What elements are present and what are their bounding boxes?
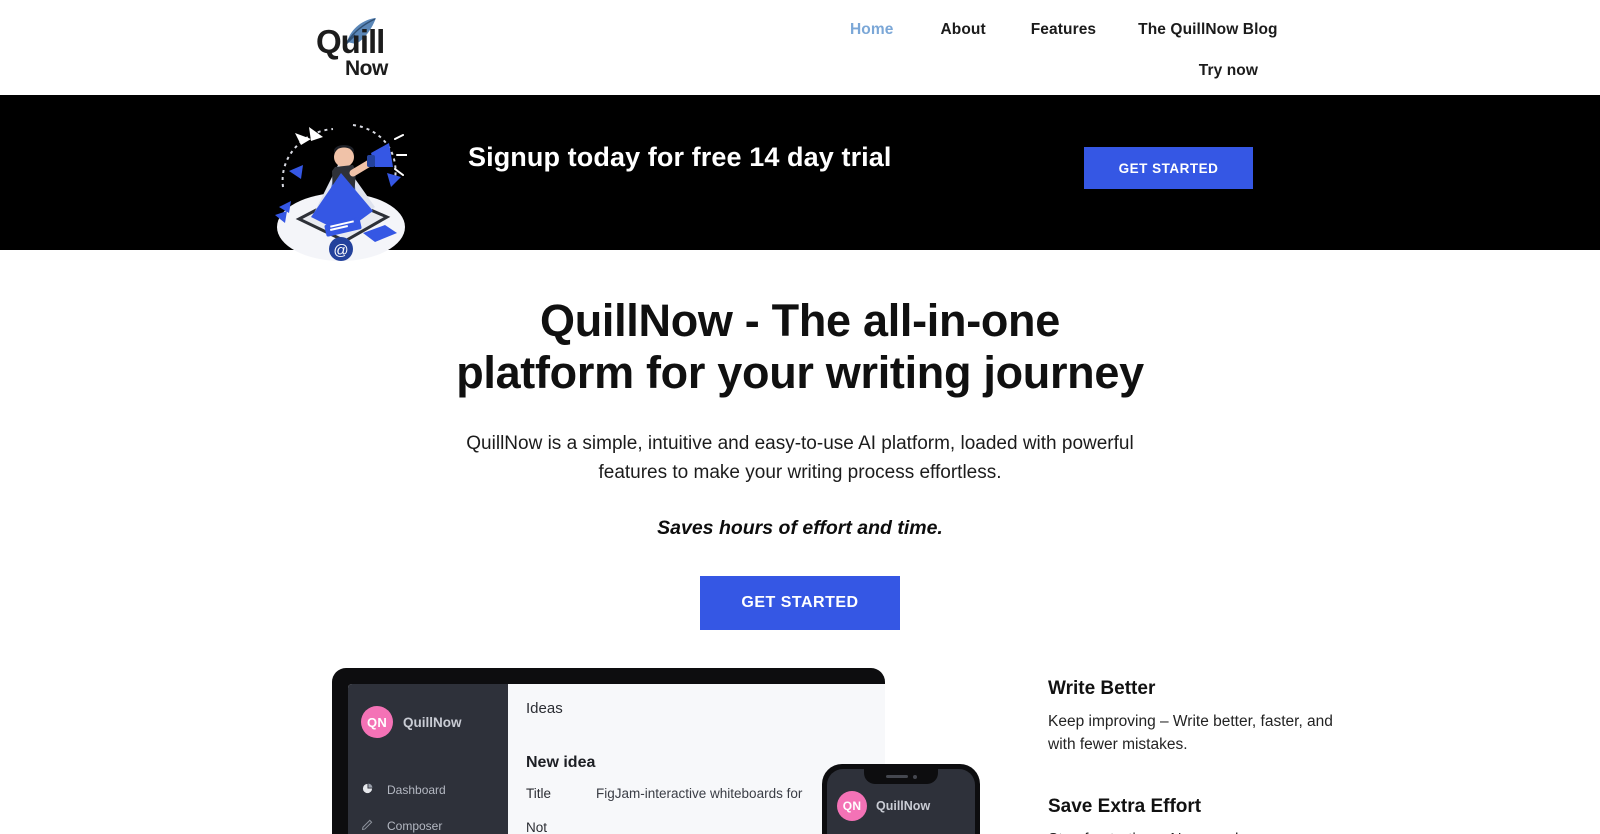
hero-heading-line2: platform for your writing journey bbox=[456, 347, 1144, 398]
feature-item: Save Extra Effort Stop frustration – Now… bbox=[1048, 796, 1348, 834]
hero-get-started-button[interactable]: GET STARTED bbox=[700, 576, 900, 630]
feature-title: Write Better bbox=[1048, 678, 1156, 699]
speaker-bar-icon bbox=[885, 775, 908, 778]
phone-app-brand-name: QuillNow bbox=[876, 799, 931, 813]
phone-screen: QN QuillNow bbox=[827, 769, 975, 834]
nav-secondary-row: Try now bbox=[840, 62, 1260, 80]
app-brand-name: QuillNow bbox=[403, 714, 462, 730]
app-section-title: Ideas bbox=[526, 700, 563, 717]
app-title-field-label: Title bbox=[526, 786, 552, 801]
hero-subtext: QuillNow is a simple, intuitive and easy… bbox=[430, 429, 1170, 487]
app-sidebar: QN QuillNow Dashboard Composer bbox=[348, 684, 508, 834]
site-header: Quill Now Home About Features The QuillN… bbox=[0, 0, 1600, 95]
nav-primary-row: Home About Features The QuillNow Blog bbox=[840, 17, 1278, 43]
feature-description-line1: Keep improving – Write better, bbox=[1048, 713, 1257, 730]
hero-section: QuillNow - The all-in-one platform for y… bbox=[0, 250, 1600, 630]
laptop-screen: QN QuillNow Dashboard Composer Ideas New… bbox=[348, 684, 885, 834]
hero-tagline: Saves hours of effort and time. bbox=[657, 517, 943, 539]
quillnow-logo[interactable]: Quill Now bbox=[314, 16, 412, 80]
camera-dot-icon bbox=[912, 774, 917, 779]
nav-item-about[interactable]: About bbox=[940, 21, 985, 39]
hero-subtext-line2: features to make your writing process ef… bbox=[598, 462, 1002, 483]
nav-item-try-now[interactable]: Try now bbox=[1199, 62, 1258, 80]
feature-description: Keep improving – Write better, faster, a… bbox=[1048, 711, 1348, 756]
megaphone-illustration: @ bbox=[275, 115, 408, 261]
promo-headline: Signup today for free 14 day trial bbox=[468, 142, 892, 172]
sidebar-item-dashboard[interactable]: Dashboard bbox=[348, 772, 508, 808]
megaphone-illustration-svg: @ bbox=[275, 124, 408, 261]
app-brand: QN QuillNow bbox=[348, 698, 508, 746]
feature-title: Save Extra Effort bbox=[1048, 796, 1202, 817]
nav-item-features[interactable]: Features bbox=[1031, 21, 1096, 39]
sidebar-item-dashboard-label: Dashboard bbox=[387, 783, 446, 797]
avatar: QN bbox=[361, 706, 393, 738]
hero-subtext-line1: QuillNow is a simple, intuitive and easy… bbox=[466, 433, 1134, 454]
nav-item-home[interactable]: Home bbox=[850, 21, 893, 39]
product-showcase: QN QuillNow Dashboard Composer Ideas New… bbox=[0, 668, 1600, 834]
sidebar-item-composer[interactable]: Composer bbox=[348, 808, 508, 834]
main-navigation: Home About Features The QuillNow Blog Tr… bbox=[840, 17, 1278, 80]
svg-text:Quill: Quill bbox=[316, 23, 384, 60]
page-title: QuillNow - The all-in-one platform for y… bbox=[420, 295, 1180, 399]
promo-banner: @ Signup today for free 14 day trial GET… bbox=[0, 95, 1600, 261]
avatar: QN bbox=[837, 791, 867, 821]
feature-description: Stop frustration – Now you know bbox=[1048, 829, 1348, 834]
pencil-icon bbox=[361, 819, 378, 833]
feature-item: Write Better Keep improving – Write bett… bbox=[1048, 678, 1348, 756]
features-list: Write Better Keep improving – Write bett… bbox=[1048, 678, 1348, 834]
nav-item-blog[interactable]: The QuillNow Blog bbox=[1138, 21, 1277, 39]
app-title-field-value[interactable]: FigJam-interactive whiteboards for bbox=[596, 786, 802, 801]
phone-mockup: QN QuillNow bbox=[822, 764, 980, 834]
promo-get-started-button[interactable]: GET STARTED bbox=[1084, 147, 1253, 189]
laptop-mockup: QN QuillNow Dashboard Composer Ideas New… bbox=[332, 668, 885, 834]
svg-text:@: @ bbox=[333, 242, 348, 259]
sidebar-item-composer-label: Composer bbox=[387, 819, 443, 833]
logo-svg: Quill Now bbox=[316, 18, 389, 80]
pie-chart-icon bbox=[362, 783, 378, 797]
hero-heading-line1: QuillNow - The all-in-one bbox=[540, 295, 1060, 346]
phone-notch bbox=[864, 769, 938, 784]
svg-text:Now: Now bbox=[345, 57, 389, 78]
